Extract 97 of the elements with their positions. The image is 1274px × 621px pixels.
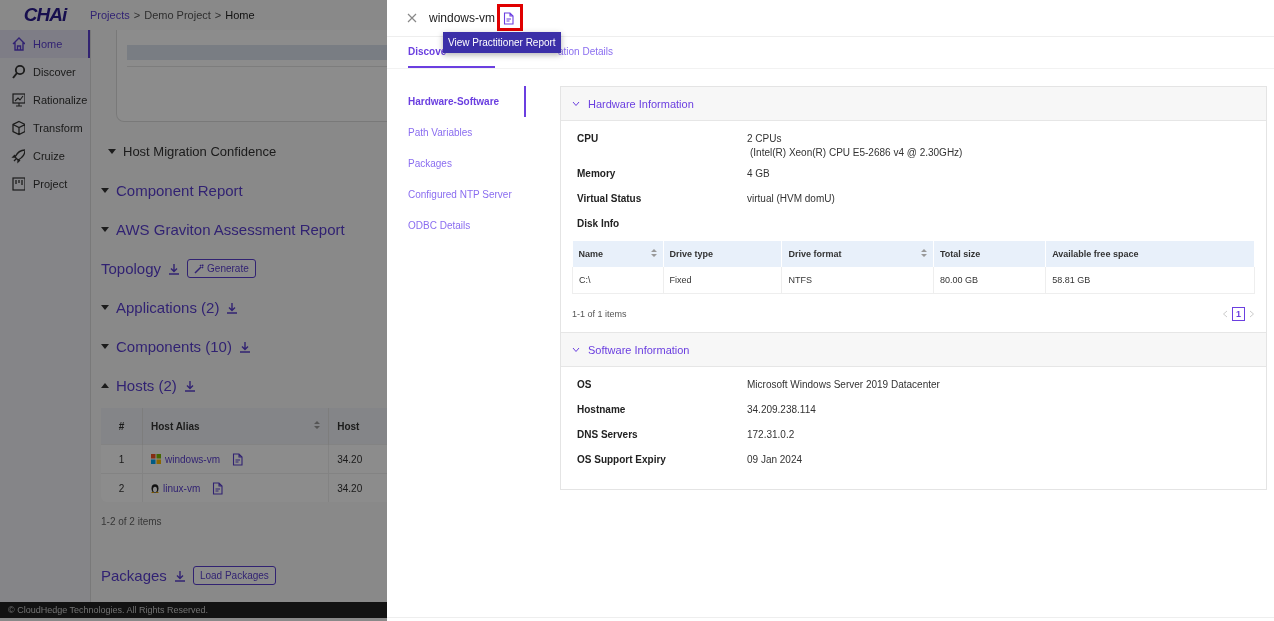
section-link[interactable]: Hosts (2) <box>116 377 177 394</box>
field-value: 09 Jan 2024 <box>747 454 803 465</box>
nav-item[interactable]: Packages <box>408 148 526 179</box>
kanban-icon <box>11 176 25 192</box>
field-value: virtual (HVM domU) <box>747 193 835 204</box>
table-cell: Fixed <box>663 267 782 294</box>
caret-icon[interactable] <box>101 227 109 232</box>
action-button[interactable]: Generate <box>187 259 256 278</box>
download-icon[interactable] <box>238 340 251 353</box>
magnifier-icon <box>11 64 25 80</box>
cube-icon <box>11 120 25 136</box>
download-icon[interactable] <box>173 569 186 582</box>
table-cell: 80.00 GB <box>933 267 1046 294</box>
nav-item[interactable]: Path Variables <box>408 117 526 148</box>
nav-item[interactable]: Hardware-Software <box>408 86 526 117</box>
caret-icon[interactable] <box>108 149 116 154</box>
action-button[interactable]: Load Packages <box>192 566 276 585</box>
nav-item[interactable]: Configured NTP Server <box>408 179 526 210</box>
sidebar-item[interactable]: Transform <box>0 114 90 142</box>
download-icon[interactable] <box>168 262 181 275</box>
footer: © CloudHedge Technologies. All Rights Reserved. <box>0 602 387 618</box>
caret-icon[interactable] <box>101 383 109 388</box>
field-value: (Intel(R) Xeon(R) CPU E5-2686 v4 @ 2.30GHz) <box>749 147 963 158</box>
sidebar-item[interactable]: Project <box>0 170 90 198</box>
field-label: Virtual Status <box>576 193 643 206</box>
section-heading[interactable]: Host Migration Confidence <box>123 144 277 159</box>
document-icon[interactable] <box>212 481 224 495</box>
table-cell: NTFS <box>781 267 934 294</box>
section-link[interactable]: Applications (2) <box>116 299 220 316</box>
section-link[interactable]: Components (10) <box>116 338 232 355</box>
table-cell: 58.81 GB <box>1045 267 1255 294</box>
close-button[interactable] <box>407 13 417 23</box>
host-link[interactable]: windows-vm <box>165 453 220 465</box>
field-value: 4 GB <box>747 168 770 179</box>
field-label: Hostname <box>576 404 627 417</box>
column-header: Drive format <box>781 241 934 267</box>
field-label: Disk Info <box>576 218 621 231</box>
breadcrumb-separator: > <box>214 9 222 21</box>
field-label: OS Support Expiry <box>576 454 667 467</box>
section-link[interactable]: Component Report <box>116 182 243 199</box>
field-label: DNS Servers <box>576 429 639 442</box>
presentation-icon <box>11 92 25 108</box>
document-icon[interactable] <box>232 452 243 466</box>
rocket-icon <box>11 148 25 164</box>
close-icon <box>407 13 417 23</box>
host-link[interactable]: linux-vm <box>163 482 201 494</box>
sort-icon[interactable] <box>314 420 321 429</box>
caret-icon[interactable] <box>101 305 109 310</box>
page-button[interactable]: 1 <box>1232 307 1245 321</box>
field-label: OS <box>576 379 593 392</box>
column-header: Total size <box>933 241 1046 267</box>
windows-logo-icon <box>151 454 161 464</box>
table-cell: 1 <box>101 444 143 474</box>
drawer-title: windows-vm <box>429 11 495 25</box>
table-cell: 2 <box>101 473 143 502</box>
section-link[interactable]: Topology <box>101 260 162 277</box>
section-link[interactable]: AWS Graviton Assessment Report <box>116 221 345 238</box>
pagination-summary: 1-1 of 1 items <box>572 309 627 319</box>
caret-icon[interactable] <box>101 188 109 193</box>
column-header: Host Alias <box>142 408 329 445</box>
column-header: Drive type <box>663 241 782 267</box>
column-header: Available free space <box>1045 241 1255 267</box>
column-header: # <box>101 408 143 445</box>
wand-icon <box>194 263 205 274</box>
penguin-icon <box>151 483 159 493</box>
column-header: Name <box>572 241 663 267</box>
breadcrumb-item: Home <box>225 9 255 21</box>
field-label: CPU <box>576 133 600 146</box>
section-header[interactable]: Hardware Information <box>561 87 1266 121</box>
section-link[interactable]: Packages <box>101 567 167 584</box>
section-header[interactable]: Software Information <box>561 333 1266 367</box>
chevron-icon[interactable] <box>572 100 580 107</box>
sidebar-item[interactable]: Cruize <box>0 142 90 170</box>
field-label: Memory <box>576 168 617 181</box>
chevron-icon[interactable] <box>572 346 580 353</box>
sidebar-item[interactable]: Discover <box>0 58 90 86</box>
field-value: Microsoft Windows Server 2019 Datacenter <box>747 379 940 390</box>
breadcrumb-item[interactable]: Demo Project <box>144 9 211 21</box>
download-icon[interactable] <box>226 301 239 314</box>
field-value: 172.31.0.2 <box>747 429 795 440</box>
caret-icon[interactable] <box>101 344 109 349</box>
document-icon[interactable] <box>503 11 514 25</box>
breadcrumb-item[interactable]: Projects <box>90 9 130 21</box>
download-icon[interactable] <box>183 379 196 392</box>
field-value: 34.209.238.114 <box>747 404 816 415</box>
field-value: 2 CPUs <box>747 133 783 144</box>
nav-item[interactable]: ODBC Details <box>408 210 526 241</box>
home-icon <box>11 36 25 52</box>
logo[interactable]: CHAi <box>0 4 90 26</box>
sidebar-item[interactable]: Home <box>0 30 90 58</box>
column-header: Host <box>328 408 387 445</box>
pagination-summary: 1-2 of 2 items <box>101 516 163 529</box>
breadcrumb-separator: > <box>133 9 141 21</box>
sidebar-item[interactable]: Rationalize <box>0 86 90 114</box>
sort-icon[interactable] <box>920 249 927 257</box>
sort-icon[interactable] <box>650 249 657 257</box>
table-cell: C:\ <box>572 267 663 294</box>
